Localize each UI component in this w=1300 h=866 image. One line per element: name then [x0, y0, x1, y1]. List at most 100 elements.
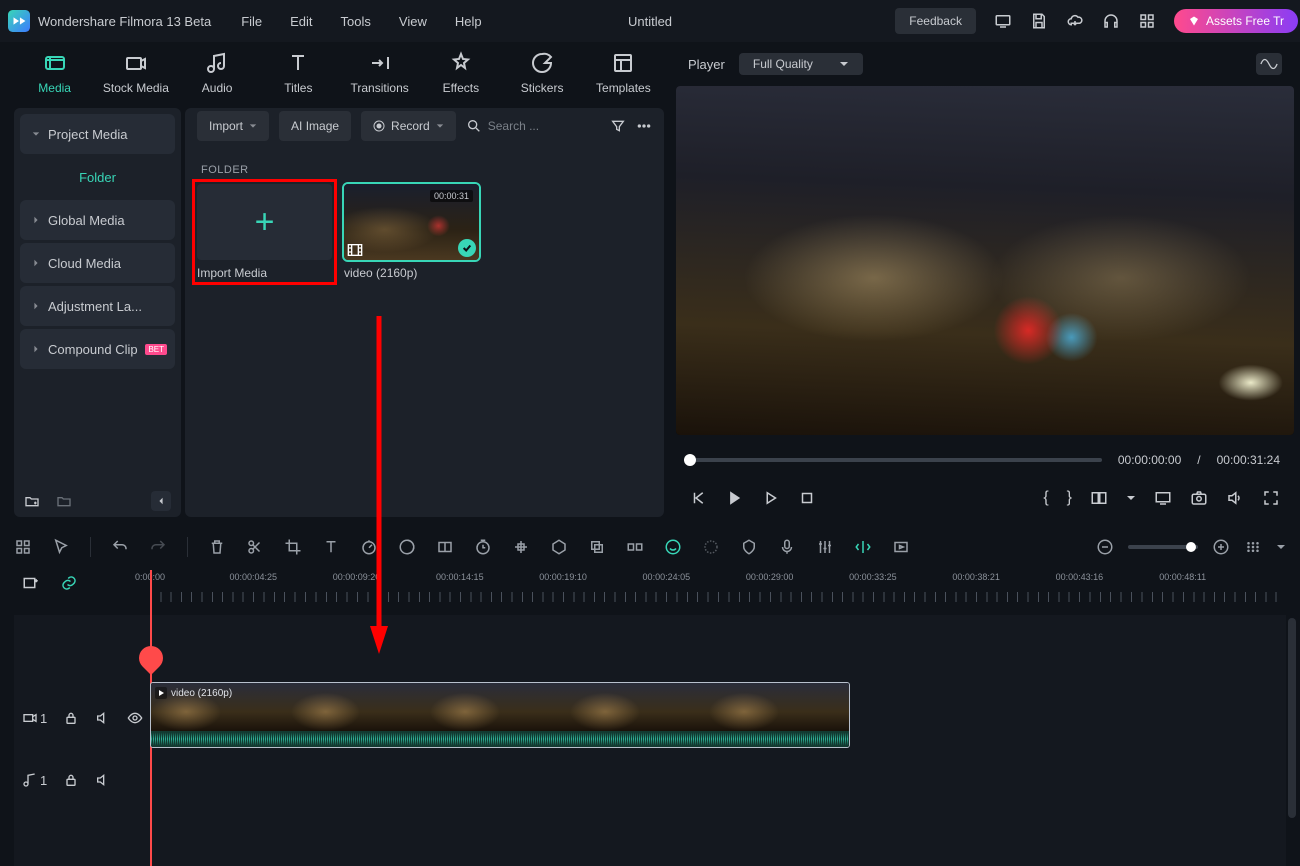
volume-icon[interactable] [1226, 489, 1244, 507]
cloud-icon[interactable] [1066, 12, 1084, 30]
play-pause-icon[interactable] [726, 489, 744, 507]
tab-stickers[interactable]: Stickers [502, 51, 583, 95]
zoom-in-icon[interactable] [1212, 538, 1230, 556]
sidebar-global-media[interactable]: Global Media [20, 200, 175, 240]
record-dropdown[interactable]: Record [361, 111, 456, 141]
timeline-clip[interactable]: video (2160p) [150, 682, 850, 748]
tab-titles[interactable]: Titles [258, 51, 339, 95]
scrub-track[interactable] [690, 458, 1102, 462]
assets-free-button[interactable]: Assets Free Tr [1174, 9, 1298, 33]
audio-icon [205, 51, 229, 75]
menu-help[interactable]: Help [455, 14, 482, 29]
center-icon[interactable] [512, 538, 530, 556]
filmstrip-icon [347, 243, 363, 257]
view-options-icon[interactable] [1244, 538, 1262, 556]
split-icon[interactable] [246, 538, 264, 556]
chevron-down-icon [436, 122, 444, 130]
sidebar-cloud-media[interactable]: Cloud Media [20, 243, 175, 283]
new-folder-icon[interactable] [24, 493, 40, 509]
undo-icon[interactable] [111, 538, 129, 556]
render-icon[interactable] [854, 538, 872, 556]
search-input[interactable]: Search ... [466, 118, 600, 134]
tab-effects[interactable]: Effects [420, 51, 501, 95]
delete-icon[interactable] [208, 538, 226, 556]
scrub-thumb[interactable] [684, 454, 696, 466]
filter-icon[interactable] [610, 118, 626, 134]
quality-dropdown[interactable]: Full Quality [739, 53, 863, 75]
chevron-down-icon[interactable] [1126, 493, 1136, 503]
mark-in-icon[interactable]: { [1043, 489, 1048, 507]
marker-icon[interactable] [740, 538, 758, 556]
lock-icon[interactable] [63, 710, 79, 726]
screen-icon[interactable] [994, 12, 1012, 30]
sidebar-folder[interactable]: Folder [20, 157, 175, 197]
folder-link-icon[interactable] [56, 493, 72, 509]
cursor-icon[interactable] [52, 538, 70, 556]
mixer-icon[interactable] [816, 538, 834, 556]
chevron-right-icon [32, 259, 40, 267]
duration-icon[interactable] [474, 538, 492, 556]
scopes-icon[interactable] [1256, 53, 1282, 75]
zoom-out-icon[interactable] [1096, 538, 1114, 556]
speed-icon[interactable] [360, 538, 378, 556]
import-dropdown[interactable]: Import [197, 111, 269, 141]
preview-image [676, 86, 1294, 435]
vertical-scrollbar[interactable] [1288, 618, 1296, 818]
mark-out-icon[interactable]: } [1067, 489, 1072, 507]
edit-icon[interactable] [626, 538, 644, 556]
separator [90, 537, 91, 557]
color-icon[interactable] [398, 538, 416, 556]
tab-media[interactable]: Media [14, 51, 95, 95]
diamond-icon [1188, 15, 1200, 27]
add-track-icon[interactable] [22, 574, 40, 592]
menu-view[interactable]: View [399, 14, 427, 29]
eye-icon[interactable] [127, 710, 143, 726]
grid-icon[interactable] [14, 538, 32, 556]
display-icon[interactable] [1154, 489, 1172, 507]
keyframe-icon[interactable] [436, 538, 454, 556]
sidebar-compound-clip[interactable]: Compound ClipBET [20, 329, 175, 369]
tab-stock-media[interactable]: Stock Media [95, 51, 176, 95]
chevron-down-icon[interactable] [1276, 542, 1286, 552]
lock-icon[interactable] [63, 772, 79, 788]
capture-frame-icon[interactable] [892, 538, 910, 556]
transport-bar: { } [676, 480, 1294, 516]
menu-file[interactable]: File [241, 14, 262, 29]
headphones-icon[interactable] [1102, 12, 1120, 30]
text-icon[interactable] [322, 538, 340, 556]
timeline-ruler[interactable]: 0:00:00 00:00:04:25 00:00:09:20 00:00:14… [150, 570, 1286, 604]
media-video-card[interactable]: 00:00:31 video (2160p) [344, 184, 479, 280]
fullscreen-icon[interactable] [1262, 489, 1280, 507]
more-icon[interactable] [636, 118, 652, 134]
stop-icon[interactable] [798, 489, 816, 507]
prev-frame-icon[interactable] [690, 489, 708, 507]
apps-icon[interactable] [1138, 12, 1156, 30]
import-media-card[interactable]: + Import Media [197, 184, 332, 280]
mute-icon[interactable] [95, 772, 111, 788]
save-icon[interactable] [1030, 12, 1048, 30]
sidebar-adjustment-layer[interactable]: Adjustment La... [20, 286, 175, 326]
feedback-button[interactable]: Feedback [895, 8, 976, 34]
mask-icon[interactable] [550, 538, 568, 556]
preview-viewport[interactable] [676, 86, 1294, 435]
redo-icon[interactable] [149, 538, 167, 556]
sparkle-icon[interactable] [702, 538, 720, 556]
tab-audio[interactable]: Audio [177, 51, 258, 95]
mute-icon[interactable] [95, 710, 111, 726]
crop-icon[interactable] [284, 538, 302, 556]
play-icon[interactable] [762, 489, 780, 507]
transform-icon[interactable] [588, 538, 606, 556]
tab-transitions[interactable]: Transitions [339, 51, 420, 95]
compare-icon[interactable] [1090, 489, 1108, 507]
collapse-sidebar-button[interactable] [151, 491, 171, 511]
link-icon[interactable] [60, 574, 78, 592]
smiley-icon[interactable] [664, 538, 682, 556]
tab-templates[interactable]: Templates [583, 51, 664, 95]
sidebar-project-media[interactable]: Project Media [20, 114, 175, 154]
ai-image-button[interactable]: AI Image [279, 111, 351, 141]
menu-edit[interactable]: Edit [290, 14, 312, 29]
menu-tools[interactable]: Tools [341, 14, 371, 29]
snapshot-icon[interactable] [1190, 489, 1208, 507]
zoom-slider[interactable] [1128, 545, 1198, 549]
mic-icon[interactable] [778, 538, 796, 556]
